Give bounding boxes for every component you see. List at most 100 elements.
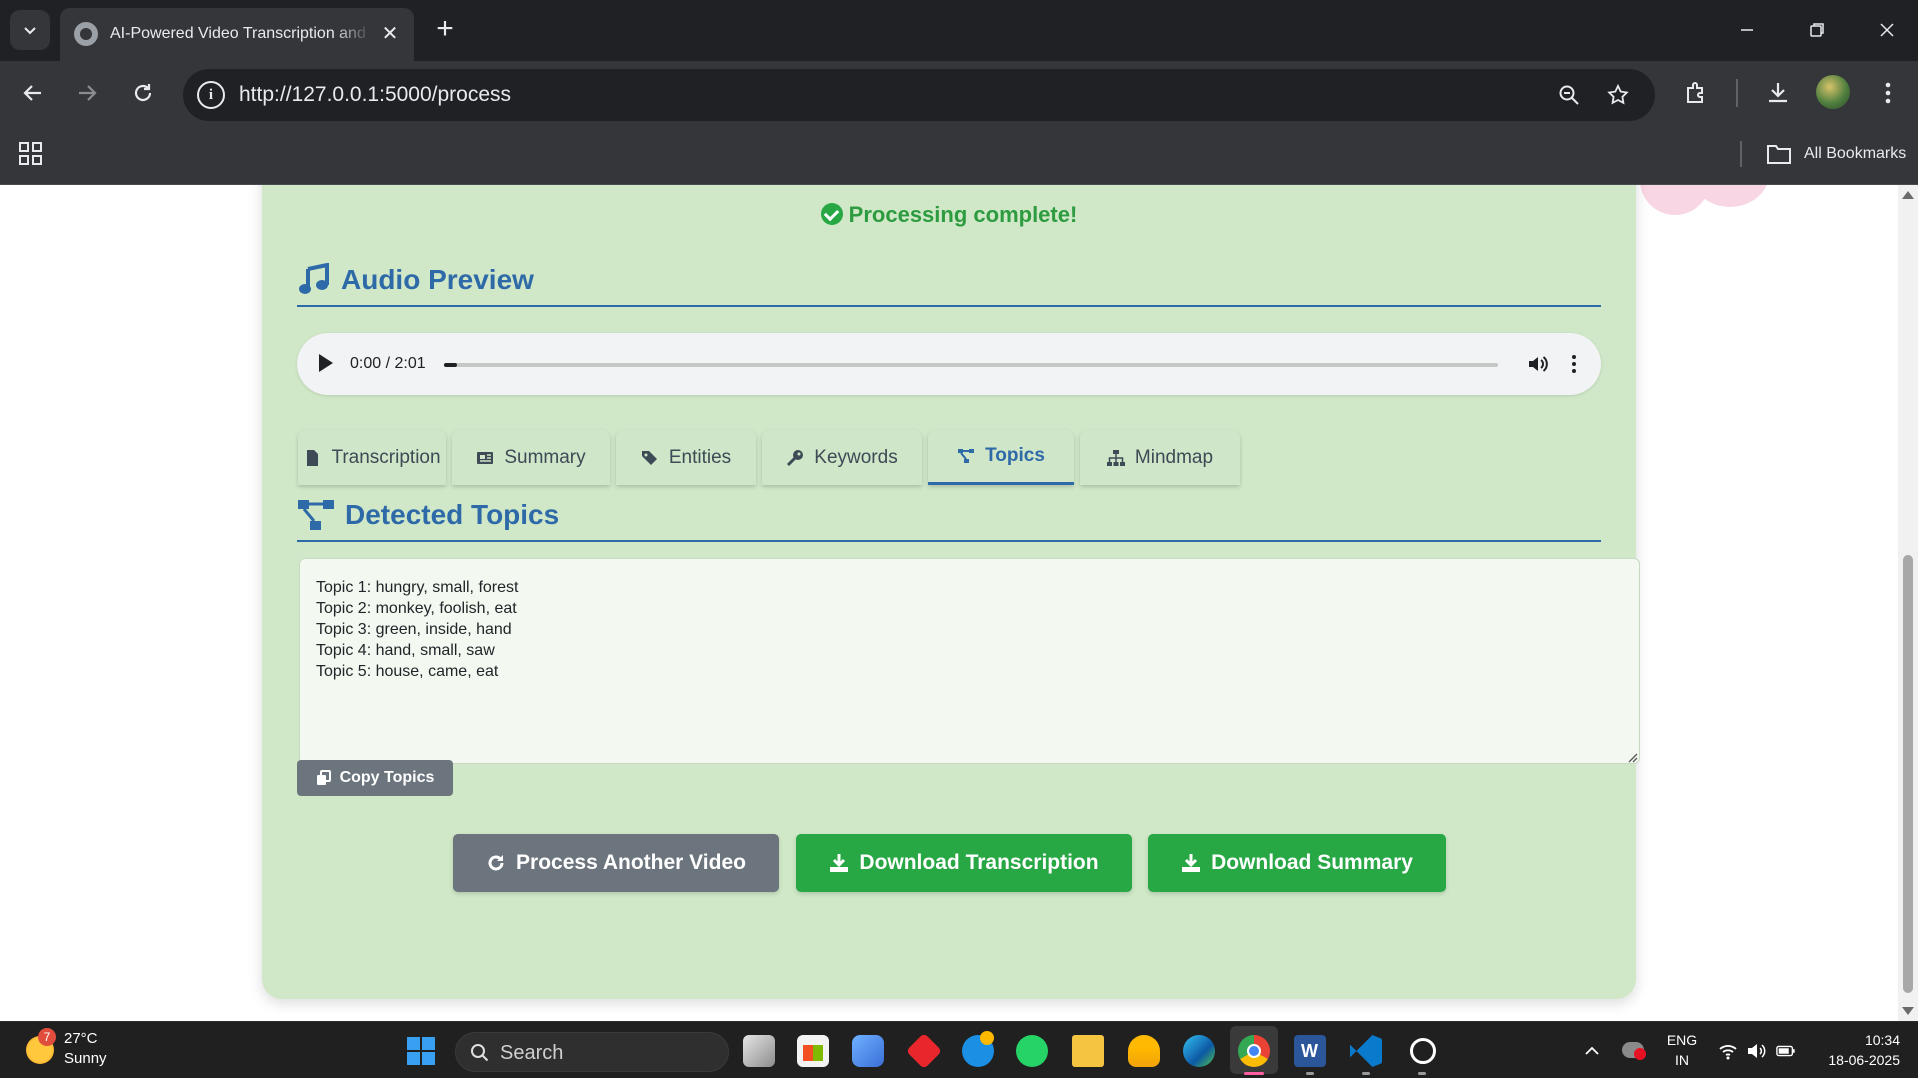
app-ring-running-indicator: [1418, 1072, 1426, 1075]
clock-time[interactable]: 10:34: [1814, 1032, 1914, 1049]
audio-preview-title: Audio Preview: [341, 264, 534, 295]
more-vertical-icon[interactable]: [1562, 352, 1586, 376]
address-bar[interactable]: i http://127.0.0.1:5000/process: [183, 69, 1655, 121]
play-icon[interactable]: [319, 354, 333, 372]
browser-toolbar: i http://127.0.0.1:5000/process: [0, 61, 1918, 125]
help-app-icon[interactable]: [962, 1031, 994, 1067]
battery-icon[interactable]: [1776, 1042, 1796, 1060]
profile-avatar[interactable]: [1816, 75, 1850, 109]
app-ring-icon[interactable]: [1410, 1038, 1436, 1064]
search-label: Search: [500, 1042, 564, 1064]
process-another-label: Process Another Video: [516, 851, 746, 874]
microsoft-store-icon[interactable]: [797, 1035, 829, 1067]
weather-desc[interactable]: Sunny: [64, 1050, 107, 1068]
status-text: Processing complete!: [848, 202, 1078, 227]
download-summary-button[interactable]: Download Summary: [1148, 834, 1446, 892]
chrome-running-indicator: [1244, 1072, 1264, 1075]
vscode-icon[interactable]: [1350, 1035, 1382, 1067]
download-summary-label: Download Summary: [1211, 851, 1413, 874]
taskbar-search[interactable]: Search: [455, 1032, 729, 1072]
process-another-video-button[interactable]: Process Another Video: [453, 834, 779, 892]
weather-temp[interactable]: 27°C: [64, 1030, 98, 1048]
app-diamond-icon[interactable]: [905, 1032, 943, 1070]
audio-preview-heading: Audio Preview: [297, 262, 534, 298]
download-icon: [1182, 854, 1201, 872]
file-explorer-icon[interactable]: [1072, 1035, 1104, 1067]
tab-close-icon[interactable]: ✕: [378, 22, 402, 46]
download-icon: [1769, 83, 1787, 103]
browser-menu-button[interactable]: [1870, 75, 1906, 111]
downloads-button[interactable]: [1760, 75, 1796, 111]
bookmark-star-icon[interactable]: [1604, 81, 1632, 109]
apps-grid-icon[interactable]: [18, 141, 44, 167]
audio-progress: [444, 363, 457, 367]
info-icon[interactable]: i: [197, 81, 225, 109]
detected-topics-title: Detected Topics: [345, 499, 560, 530]
scrollbar-thumb[interactable]: [1903, 555, 1913, 993]
reload-button[interactable]: [125, 75, 161, 111]
close-window-button[interactable]: [1862, 10, 1912, 50]
chevron-up-icon[interactable]: [1584, 1044, 1600, 1056]
app-cube-icon[interactable]: [852, 1035, 884, 1067]
tab-transcription[interactable]: Transcription: [298, 430, 446, 485]
windows-start-icon[interactable]: [407, 1037, 435, 1065]
detected-topics-heading: Detected Topics: [297, 497, 559, 533]
weather-badge: 7: [38, 1028, 56, 1046]
tab-topics[interactable]: Topics: [928, 430, 1074, 485]
tab-mindmap[interactable]: Mindmap: [1080, 430, 1240, 485]
page-scrollbar[interactable]: [1898, 185, 1918, 1021]
topics-textarea[interactable]: Topic 1: hungry, small, forest Topic 2: …: [299, 558, 1640, 764]
tab-summary[interactable]: Summary: [452, 430, 610, 485]
extensions-button[interactable]: [1679, 75, 1715, 111]
puzzle-icon: [1687, 82, 1703, 103]
new-tab-button[interactable]: +: [430, 12, 460, 48]
bookmarks-bar: All Bookmarks: [0, 125, 1918, 185]
browser-tab-active[interactable]: AI-Powered Video Transcription and Summa…: [60, 8, 414, 61]
forward-button[interactable]: [69, 75, 105, 111]
download-transcription-button[interactable]: Download Transcription: [796, 834, 1132, 892]
onedrive-icon[interactable]: [1622, 1042, 1646, 1060]
whatsapp-icon[interactable]: [1016, 1035, 1048, 1067]
chrome-icon[interactable]: [1238, 1035, 1270, 1067]
task-view-icon[interactable]: [743, 1035, 775, 1067]
tab-entities[interactable]: Entities: [616, 430, 756, 485]
more-vertical-icon: [1885, 82, 1891, 104]
resize-grip-icon[interactable]: [1626, 751, 1638, 763]
tab-keywords[interactable]: Keywords: [762, 430, 922, 485]
app-medal-icon[interactable]: [1128, 1035, 1160, 1067]
section-divider: [297, 540, 1601, 542]
clock-date[interactable]: 18-06-2025: [1814, 1052, 1914, 1069]
audio-player[interactable]: 0:00 / 2:01: [297, 333, 1601, 395]
speaker-icon[interactable]: [1746, 1042, 1766, 1060]
language-indicator[interactable]: ENG: [1664, 1032, 1700, 1049]
copy-topics-button[interactable]: Copy Topics: [297, 760, 453, 796]
chevron-down-icon: [24, 27, 36, 35]
scroll-down-arrow-icon[interactable]: [1902, 1007, 1914, 1015]
search-icon: [471, 1044, 489, 1062]
word-running-indicator: [1306, 1072, 1314, 1075]
region-indicator[interactable]: IN: [1664, 1052, 1700, 1069]
minimize-button[interactable]: [1722, 10, 1772, 50]
browser-tabstrip: AI-Powered Video Transcription and Summa…: [0, 0, 1918, 61]
tab-label: Mindmap: [1134, 446, 1214, 468]
arrow-right-icon: [79, 85, 97, 101]
audio-time: 0:00 / 2:01: [350, 355, 426, 372]
zoom-icon[interactable]: [1555, 81, 1583, 109]
tab-search-button[interactable]: [10, 10, 50, 50]
section-divider: [297, 305, 1601, 307]
edge-icon[interactable]: [1183, 1035, 1215, 1067]
newspaper-icon: [477, 451, 494, 464]
windows-taskbar: 7 27°C Sunny Search W ENG IN 10:34 18-06…: [0, 1021, 1918, 1078]
url-text[interactable]: http://127.0.0.1:5000/process: [239, 69, 511, 121]
back-button[interactable]: [15, 75, 51, 111]
volume-icon[interactable]: [1526, 352, 1550, 376]
restore-button[interactable]: [1792, 10, 1842, 50]
project-diagram-icon: [298, 500, 334, 530]
check-circle-icon: [820, 203, 843, 225]
wifi-icon[interactable]: [1718, 1042, 1738, 1060]
all-bookmarks-link[interactable]: All Bookmarks: [1804, 143, 1906, 165]
download-icon: [830, 854, 849, 872]
audio-seek-bar[interactable]: [444, 363, 1498, 367]
word-icon[interactable]: W: [1294, 1035, 1326, 1067]
scroll-up-arrow-icon[interactable]: [1902, 191, 1914, 199]
